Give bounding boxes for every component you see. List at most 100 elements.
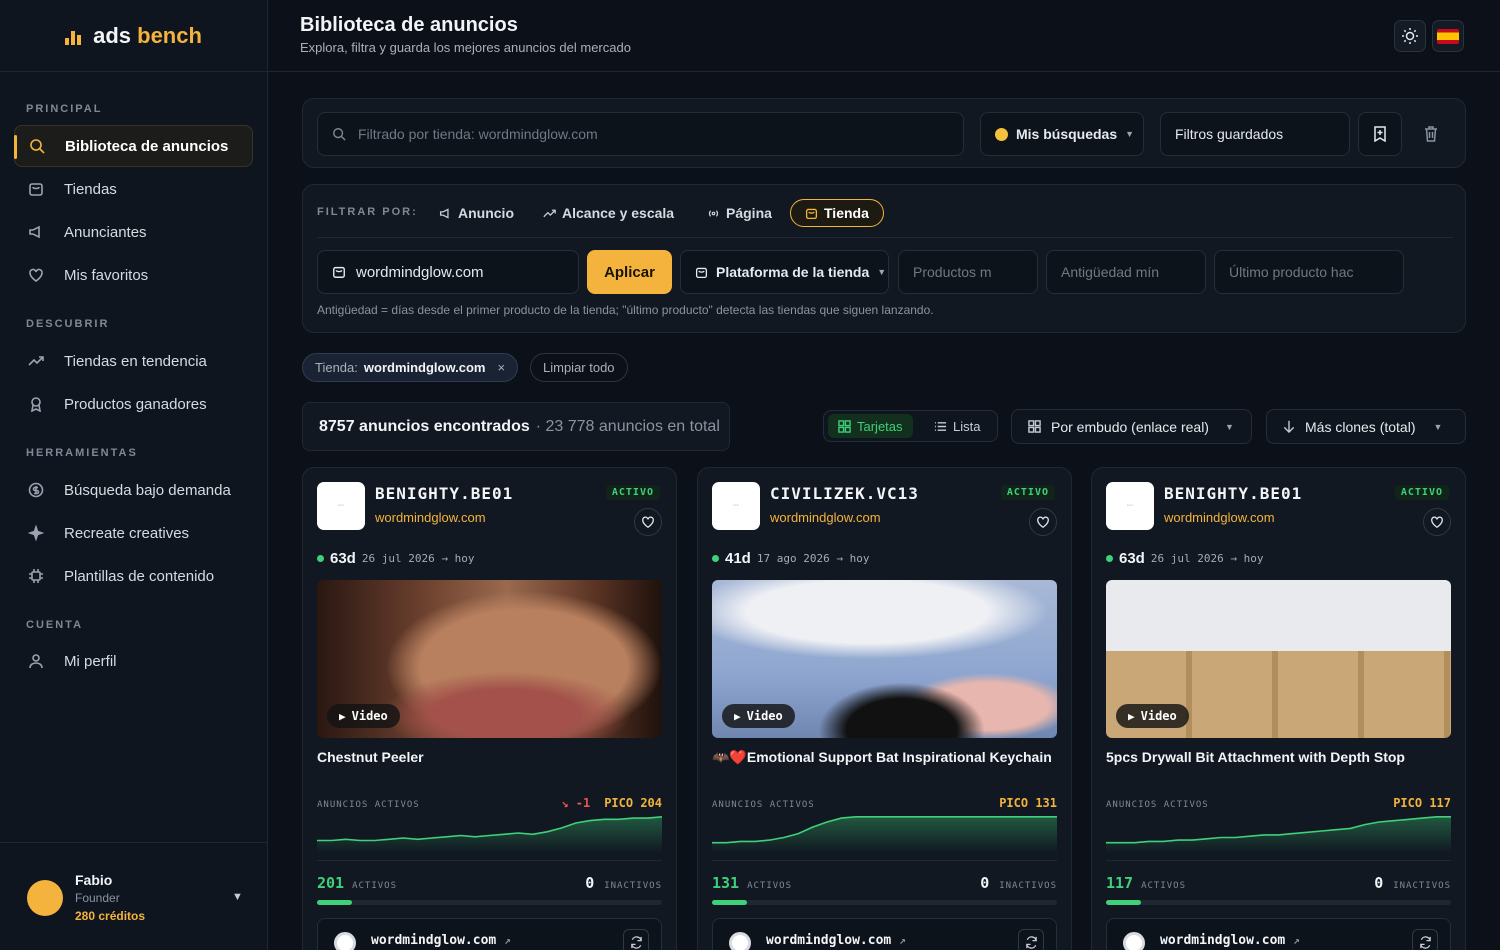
sidebar-item-profile[interactable]: Mi perfil [14, 640, 253, 682]
store-avatar [729, 932, 751, 950]
tab-reach[interactable]: Alcance y escala [529, 199, 688, 227]
days-running: 63d [1119, 550, 1145, 567]
user-name: Fabio [75, 872, 113, 888]
peak-info: PICO 131 [999, 796, 1057, 810]
divider [712, 860, 1057, 861]
date-range: 26 jul 2026 → hoy [1150, 552, 1264, 565]
video-badge[interactable]: ▶ Video [722, 704, 795, 728]
refresh-button[interactable] [1412, 929, 1438, 950]
active-count-label: ACTIVOS [747, 881, 793, 891]
bookmark-plus-icon [1374, 126, 1386, 142]
sidebar: ads bench PRINCIPAL Biblioteca de anunci… [0, 0, 268, 950]
store-filter-chip[interactable]: Tienda: wordmindglow.com × [302, 353, 519, 382]
user-menu[interactable]: Fabio Founder 280 créditos ▼ [0, 842, 267, 950]
brand-logo[interactable]: ads bench [0, 0, 267, 72]
advertiser-name[interactable]: BENIGHTY.BE01 [1164, 484, 1302, 503]
chevron-down-icon[interactable]: ▼ [232, 891, 243, 903]
refresh-button[interactable] [623, 929, 649, 950]
sidebar-item-winning-products[interactable]: Productos ganadores [14, 383, 253, 425]
refresh-button[interactable] [1018, 929, 1044, 950]
brand-word-ads: ads [93, 22, 131, 48]
favorite-button[interactable] [634, 508, 662, 536]
footer-domain-link[interactable]: wordmindglow.com ↗ [371, 933, 511, 948]
close-icon[interactable]: × [497, 360, 505, 375]
coin-icon [995, 127, 1008, 141]
chip-value: wordmindglow.com [363, 360, 486, 375]
product-title[interactable]: 🦇❤️Emotional Support Bat Inspirational K… [712, 749, 1062, 766]
heart-icon [1431, 516, 1443, 529]
product-title[interactable]: 5pcs Drywall Bit Attachment with Depth S… [1106, 749, 1456, 765]
store-input[interactable]: wordmindglow.com [356, 264, 484, 281]
sidebar-item-label: Anunciantes [64, 223, 147, 241]
active-ads-label: ANUNCIOS ACTIVOS [1106, 800, 1209, 810]
ad-media-thumbnail[interactable]: ▶ Video [317, 580, 662, 738]
store-domain-link[interactable]: wordmindglow.com [770, 510, 881, 525]
age-min-input[interactable]: Antigüedad mín [1046, 250, 1206, 294]
tab-page[interactable]: Página [693, 199, 786, 227]
store-icon [805, 208, 818, 219]
product-title[interactable]: Chestnut Peeler [317, 749, 667, 765]
store-field[interactable]: wordmindglow.com [317, 250, 579, 294]
sidebar-item-advertisers[interactable]: Anunciantes [14, 211, 253, 253]
ad-card[interactable]: ◦◦◦ CIVILIZEK.VC13 wordmindglow.com ACTI… [697, 467, 1072, 950]
platform-label: Plataforma de la tienda [716, 264, 870, 280]
peak-value: PICO 204 [604, 796, 662, 810]
video-badge[interactable]: ▶ Video [327, 704, 400, 728]
delete-button[interactable] [1416, 112, 1446, 156]
bookmark-button[interactable] [1358, 112, 1402, 156]
footer-domain-link[interactable]: wordmindglow.com ↗ [766, 933, 906, 948]
sidebar-item-trending-stores[interactable]: Tiendas en tendencia [14, 340, 253, 382]
store-domain-link[interactable]: wordmindglow.com [1164, 510, 1275, 525]
search-panel: Filtrado por tienda: wordmindglow.com Mi… [302, 98, 1466, 168]
sidebar-item-on-demand-search[interactable]: Búsqueda bajo demanda [14, 469, 253, 511]
view-cards-button[interactable]: Tarjetas [828, 414, 913, 438]
view-list-button[interactable]: Lista [924, 414, 990, 438]
language-button[interactable] [1432, 20, 1464, 52]
sidebar-item-favorites[interactable]: Mis favoritos [14, 254, 253, 296]
inactive-count-label: INACTIVOS [999, 881, 1057, 891]
run-duration: 63d 26 jul 2026 → hoy [1106, 550, 1263, 567]
last-product-input[interactable]: Último producto hac [1214, 250, 1404, 294]
sidebar-item-recreate-creatives[interactable]: Recreate creatives [14, 512, 253, 554]
sidebar-item-ad-library[interactable]: Biblioteca de anuncios [14, 125, 253, 167]
apply-button[interactable]: Aplicar [587, 250, 672, 294]
sidebar-item-content-templates[interactable]: Plantillas de contenido [14, 555, 253, 597]
saved-filters-button[interactable]: Filtros guardados [1160, 112, 1350, 156]
sidebar-item-stores[interactable]: Tiendas [14, 168, 253, 210]
tab-ad[interactable]: Anuncio [425, 199, 528, 227]
trending-icon [543, 209, 556, 217]
video-badge[interactable]: ▶ Video [1116, 704, 1189, 728]
active-ads-sparkline [712, 815, 1057, 853]
list-icon [934, 421, 947, 431]
favorite-button[interactable] [1423, 508, 1451, 536]
search-input[interactable]: Filtrado por tienda: wordmindglow.com [358, 126, 598, 142]
my-searches-label: Mis búsquedas [1016, 126, 1118, 142]
footer-domain-link[interactable]: wordmindglow.com ↗ [1160, 933, 1300, 948]
brand-word-bench: bench [137, 22, 202, 48]
group-by-dropdown[interactable]: Por embudo (enlace real) ▼ [1011, 409, 1252, 444]
advertiser-name[interactable]: BENIGHTY.BE01 [375, 484, 513, 503]
status-badge: ACTIVO [1000, 485, 1055, 500]
products-min-input[interactable]: Productos m [898, 250, 1038, 294]
store-domain-link[interactable]: wordmindglow.com [375, 510, 486, 525]
view-toggle: Tarjetas Lista [823, 410, 998, 442]
favorite-button[interactable] [1029, 508, 1057, 536]
external-link-icon: ↗ [1293, 934, 1300, 947]
ad-card[interactable]: ◦◦◦ BENIGHTY.BE01 wordmindglow.com ACTIV… [302, 467, 677, 950]
theme-toggle-button[interactable] [1394, 20, 1426, 52]
search-field[interactable]: Filtrado por tienda: wordmindglow.com [317, 112, 964, 156]
ad-media-thumbnail[interactable]: ▶ Video [1106, 580, 1451, 738]
tab-store[interactable]: Tienda [790, 199, 884, 227]
chevron-down-icon: ▼ [1224, 421, 1234, 432]
sort-by-dropdown[interactable]: Más clones (total) ▼ [1266, 409, 1466, 444]
days-running: 63d [330, 550, 356, 567]
chevron-down-icon: ▼ [1433, 421, 1443, 432]
ad-card[interactable]: ◦◦◦ BENIGHTY.BE01 wordmindglow.com ACTIV… [1091, 467, 1466, 950]
my-searches-dropdown[interactable]: Mis búsquedas ▼ [980, 112, 1144, 156]
user-credits: 280 créditos [75, 909, 146, 923]
ad-media-thumbnail[interactable]: ▶ Video [712, 580, 1057, 738]
platform-dropdown[interactable]: Plataforma de la tienda ▼ [680, 250, 889, 294]
clear-all-button[interactable]: Limpiar todo [530, 353, 628, 382]
peak-value: PICO 117 [1393, 796, 1451, 810]
advertiser-name[interactable]: CIVILIZEK.VC13 [770, 484, 919, 503]
